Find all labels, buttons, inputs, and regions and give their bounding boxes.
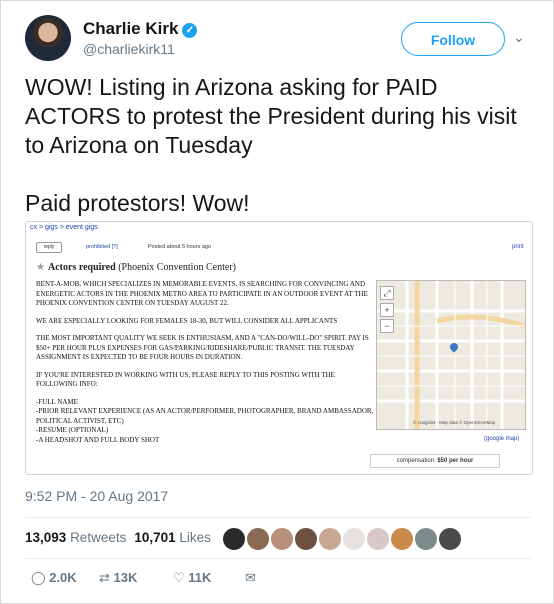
reply-bubble-icon: ◯ — [31, 570, 46, 585]
follow-button[interactable]: Follow — [401, 22, 505, 56]
tweet-text-line: WOW! Listing in Arizona asking for PAID … — [25, 74, 517, 158]
more-options-chevron-down-icon[interactable]: ⌄ — [513, 29, 525, 46]
prohibited-link: prohibited [?] — [86, 244, 118, 250]
message-action[interactable]: ✉ — [245, 570, 256, 586]
liker-avatar[interactable] — [246, 527, 270, 551]
retweet-icon: ⇄ — [99, 570, 110, 585]
map-fullscreen-icon: ⤢ — [380, 286, 394, 300]
liker-avatar[interactable] — [294, 527, 318, 551]
liker-avatar[interactable] — [438, 527, 462, 551]
divider — [25, 517, 531, 518]
verified-badge-icon: ✓ — [182, 23, 198, 38]
map-zoom-in-icon: + — [380, 303, 394, 317]
likes-stat[interactable]: 10,701 Likes — [134, 530, 211, 545]
posting-paragraph: -FULL NAME -PRIOR RELEVANT EXPERIENCE (A… — [36, 397, 374, 444]
divider — [25, 558, 531, 559]
map-image: ⤢ + − © craigslist - Map data © OpenStre… — [376, 280, 526, 430]
compensation-box: compensation: $50 per hour — [370, 454, 500, 468]
author-handle[interactable]: @charliekirk11 — [83, 41, 175, 57]
author-name[interactable]: Charlie Kirk ✓ — [83, 19, 198, 39]
avatar[interactable] — [25, 15, 71, 61]
liker-avatar[interactable] — [366, 527, 390, 551]
attached-screenshot-image[interactable]: cx > gigs > event gigs reply prohibited … — [25, 221, 533, 475]
posting-body: RENT-A-MOB, WHICH SPECIALIZES IN MEMORAB… — [36, 280, 376, 453]
retweets-stat[interactable]: 13,093 Retweets — [25, 530, 126, 545]
posting-title-text: Actors required — [48, 262, 116, 273]
map-attribution: © craigslist - Map data © OpenStreetMap — [413, 420, 496, 425]
compensation-label: compensation: — [396, 458, 436, 464]
google-map-link: (google map) — [484, 436, 520, 442]
liker-avatar[interactable] — [390, 527, 414, 551]
tweet-frame: Charlie Kirk ✓ @charliekirk11 Follow ⌄ WO… — [0, 0, 554, 604]
likes-label: Likes — [179, 530, 211, 545]
like-action[interactable]: ♡ 11K — [173, 570, 211, 586]
map-streets — [377, 281, 525, 429]
posting-title: Actors required (Phoenix Convention Cent… — [48, 262, 236, 273]
retweets-label: Retweets — [70, 530, 127, 545]
map-zoom-out-icon: − — [380, 319, 394, 333]
tweet-stats: 13,093 Retweets 10,701 Likes — [25, 530, 211, 545]
breadcrumb: cx > gigs > event gigs — [30, 224, 98, 231]
retweets-count: 13,093 — [25, 530, 67, 545]
liker-avatar[interactable] — [414, 527, 438, 551]
posting-paragraph: RENT-A-MOB, WHICH SPECIALIZES IN MEMORAB… — [36, 280, 368, 307]
tweet-timestamp[interactable]: 9:52 PM - 20 Aug 2017 — [25, 488, 168, 504]
liker-avatar[interactable] — [270, 527, 294, 551]
liker-avatar[interactable] — [342, 527, 366, 551]
heart-icon: ♡ — [173, 570, 185, 585]
posted-time: Posted about 5 hours ago — [148, 244, 211, 250]
posting-paragraph: WE ARE ESPECIALLY LOOKING FOR FEMALES 18… — [36, 316, 338, 325]
posting-paragraph: IF YOU'RE INTERESTED IN WORKING WITH US,… — [36, 370, 335, 389]
reply-button: reply — [36, 242, 62, 253]
like-count: 11K — [188, 570, 212, 585]
compensation-value: $50 per hour — [437, 458, 474, 464]
reply-action[interactable]: ◯ 2.0K — [31, 570, 77, 586]
reply-count: 2.0K — [49, 570, 77, 585]
tweet-text-line: Paid protestors! Wow! — [25, 190, 250, 216]
print-link: print — [512, 244, 524, 250]
author-name-text[interactable]: Charlie Kirk — [83, 19, 178, 38]
posting-location: (Phoenix Convention Center) — [118, 262, 236, 273]
posting-paragraph: THE MOST IMPORTANT QUALITY WE SEEK IS EN… — [36, 334, 369, 361]
tweet-text: WOW! Listing in Arizona asking for PAID … — [25, 73, 525, 218]
liker-avatar[interactable] — [318, 527, 342, 551]
likes-count: 10,701 — [134, 530, 176, 545]
tweet-header: Charlie Kirk ✓ @charliekirk11 Follow ⌄ — [25, 15, 533, 67]
favorite-star-icon: ★ — [36, 262, 45, 273]
liker-avatar[interactable] — [222, 527, 246, 551]
retweet-count: 13K — [113, 570, 138, 585]
retweet-action[interactable]: ⇄ 13K — [99, 570, 137, 586]
envelope-icon: ✉ — [245, 570, 256, 585]
